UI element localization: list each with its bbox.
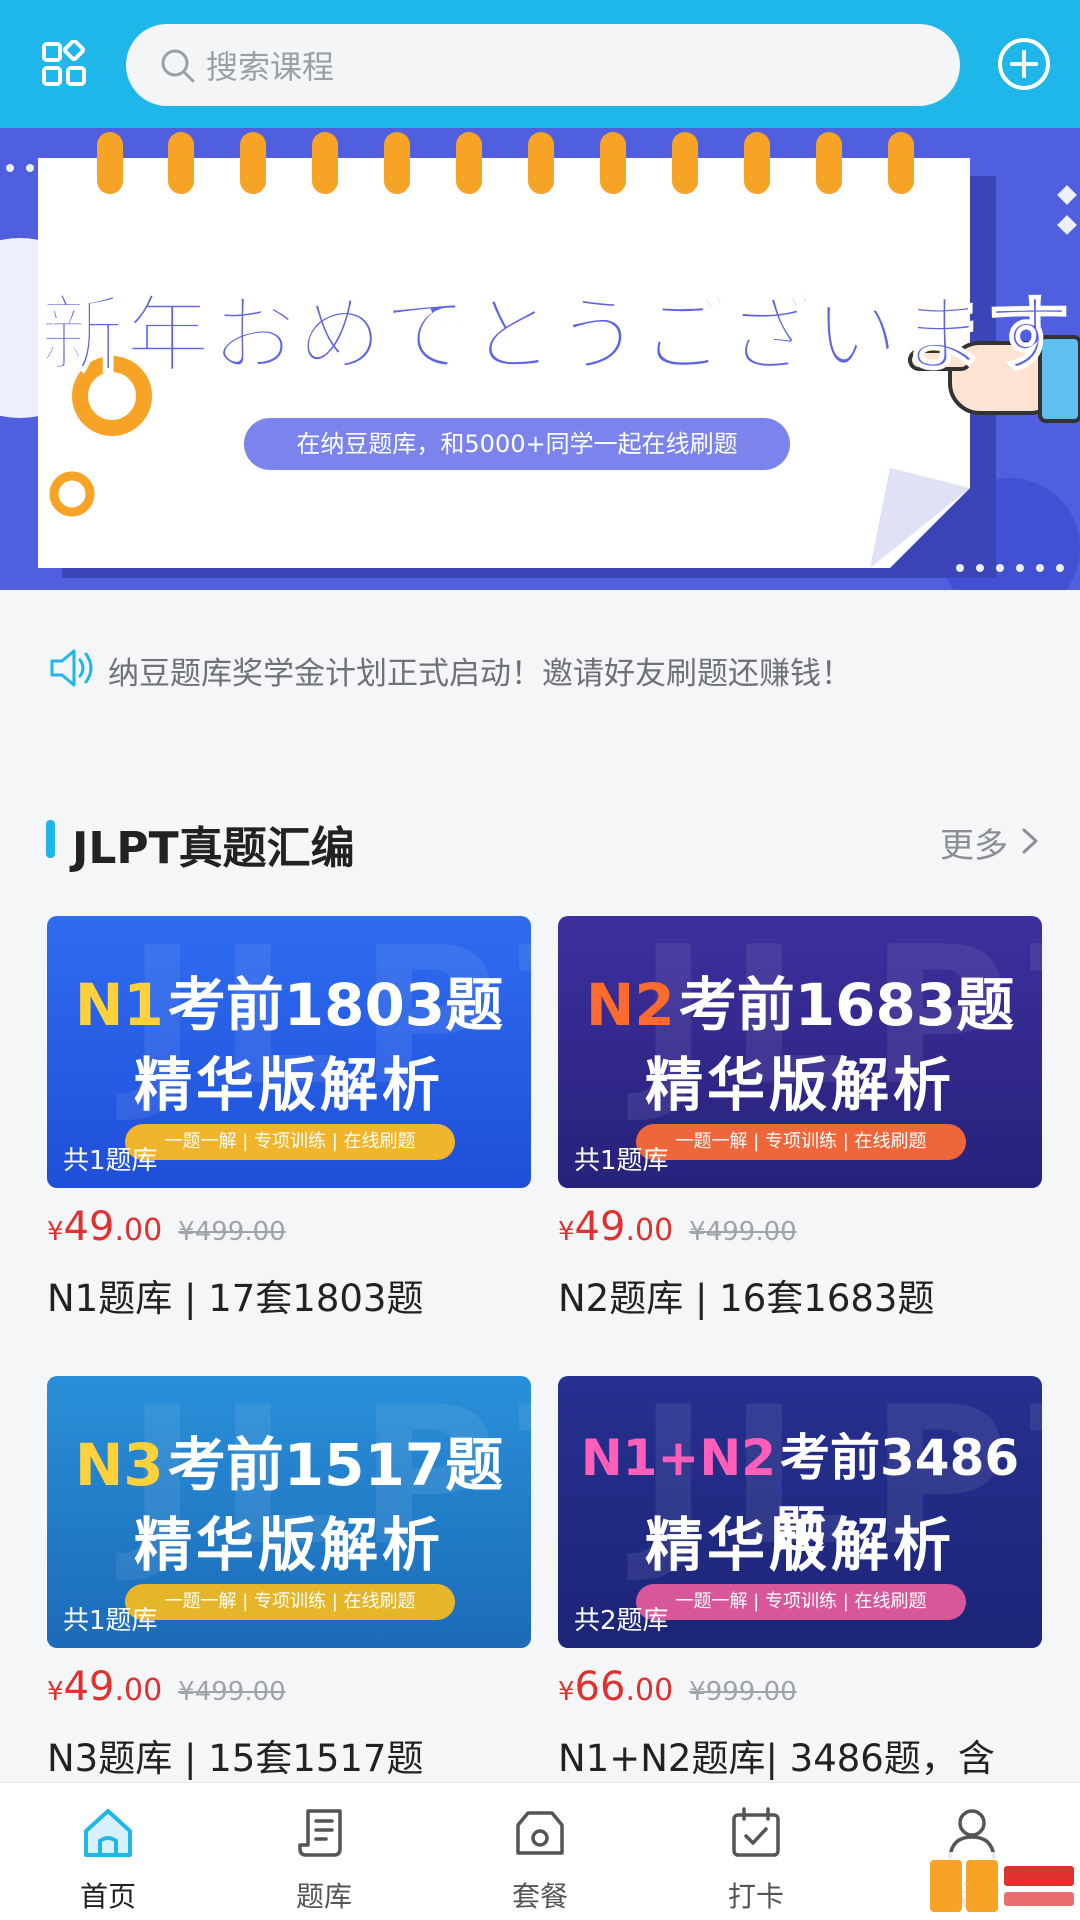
course-card[interactable]: JLPT N3考前1517题 精华版解析 一题一解 | 专项训练 | 在线刷题 …: [47, 1376, 531, 1780]
bottom-tab-bar: 首页 题库 套餐 打卡 我的: [0, 1782, 1080, 1920]
price-symbol: ¥: [47, 1217, 64, 1247]
search-input[interactable]: 搜索课程: [126, 24, 960, 106]
tab-question-bank[interactable]: 题库: [216, 1783, 432, 1920]
bank-count: 共1题库: [574, 1146, 669, 1176]
cover-subheadline: 精华版解析: [644, 1511, 955, 1579]
original-price: ¥499.00: [689, 1217, 797, 1247]
cover-subheadline: 精华版解析: [133, 1511, 444, 1579]
cover-headline: N1考前1803题: [47, 958, 531, 1042]
price-decimal: .00: [625, 1213, 674, 1248]
price: ¥66.00 ¥999.00: [558, 1664, 797, 1716]
tab-label: 题库: [295, 1880, 352, 1913]
course-name: N2题库 | 16套1683题: [558, 1277, 935, 1320]
course-cover[interactable]: JLPT N1考前1803题 精华版解析 一题一解 | 专项训练 | 在线刷题 …: [47, 916, 531, 1188]
tab-label: 首页: [79, 1880, 136, 1913]
cover-level: N3: [74, 1431, 164, 1499]
cover-subheadline: 精华版解析: [133, 1051, 444, 1119]
original-price: ¥499.00: [178, 1677, 286, 1707]
original-price: ¥499.00: [178, 1217, 286, 1247]
cover-feature-pill: 一题一解 | 专项训练 | 在线刷题: [636, 1584, 966, 1620]
bank-count: 共2题库: [574, 1606, 669, 1636]
tab-label: 套餐: [511, 1880, 568, 1913]
cover-level: N1+N2: [580, 1429, 776, 1487]
home-icon: [84, 1809, 132, 1857]
price-symbol: ¥: [47, 1677, 64, 1707]
plus-circle-icon[interactable]: [996, 36, 1052, 92]
cover-headline-rest: 考前1683题: [678, 971, 1015, 1039]
cover-feature-pill: 一题一解 | 专项训练 | 在线刷题: [125, 1584, 455, 1620]
cover-feature-pill: 一题一解 | 专项训练 | 在线刷题: [125, 1124, 455, 1160]
cover-level: N1: [74, 971, 164, 1039]
chevron-right-icon[interactable]: [1020, 826, 1040, 856]
course-cover[interactable]: JLPT N3考前1517题 精华版解析 一题一解 | 专项训练 | 在线刷题 …: [47, 1376, 531, 1648]
price-symbol: ¥: [558, 1677, 575, 1707]
banner-subtitle: 在纳豆题库，和5000+同学一起在线刷题: [244, 418, 790, 470]
tab-label: 打卡: [727, 1880, 784, 1913]
cover-level: N2: [585, 971, 675, 1039]
notice-bar[interactable]: 纳豆题库奖学金计划正式启动！邀请好友刷题还赚钱！: [0, 590, 1080, 750]
cover-headline-rest: 考前1803题: [167, 971, 504, 1039]
price-integer: 49: [574, 1204, 626, 1250]
notice-text: 纳豆题库奖学金计划正式启动！邀请好友刷题还赚钱！: [108, 656, 852, 692]
site-watermark-logo: [924, 1852, 1080, 1920]
cover-headline: N3考前1517题: [47, 1418, 531, 1502]
cover-headline: N2考前1683题: [558, 958, 1042, 1042]
course-card[interactable]: JLPT N2考前1683题 精华版解析 一题一解 | 专项训练 | 在线刷题 …: [558, 916, 1042, 1320]
cover-subheadline: 精华版解析: [644, 1051, 955, 1119]
course-name: N3题库 | 15套1517题: [47, 1737, 424, 1780]
speaker-icon: [50, 649, 93, 687]
course-name: N1+N2题库| 3486题，含: [558, 1737, 995, 1780]
price-integer: 49: [63, 1204, 115, 1250]
document-icon: [298, 1809, 342, 1857]
bank-count: 共1题库: [63, 1146, 158, 1176]
course-cover[interactable]: JLPT N2考前1683题 精华版解析 一题一解 | 专项训练 | 在线刷题 …: [558, 916, 1042, 1188]
course-card[interactable]: JLPT N1考前1803题 精华版解析 一题一解 | 专项训练 | 在线刷题 …: [47, 916, 531, 1320]
tab-home[interactable]: 首页: [0, 1783, 216, 1920]
original-price: ¥999.00: [689, 1677, 797, 1707]
banner-title: 新年おめでとうございます: [39, 285, 1073, 385]
tab-check-in[interactable]: 打卡: [648, 1783, 864, 1920]
grid-icon[interactable]: [40, 40, 88, 88]
tab-package[interactable]: 套餐: [432, 1783, 648, 1920]
package-icon: [516, 1811, 564, 1855]
price-symbol: ¥: [558, 1217, 575, 1247]
price-decimal: .00: [114, 1673, 163, 1708]
price-decimal: .00: [625, 1673, 674, 1708]
top-bar: 搜索课程: [0, 0, 1080, 128]
course-cover[interactable]: JLPT N1+N2考前3486题 精华版解析 一题一解 | 专项训练 | 在线…: [558, 1376, 1042, 1648]
section-title: JLPT真题汇编: [72, 823, 355, 874]
calendar-check-icon: [732, 1807, 780, 1857]
price: ¥49.00 ¥499.00: [558, 1204, 797, 1256]
price: ¥49.00 ¥499.00: [47, 1664, 286, 1716]
cover-headline-rest: 考前1517题: [167, 1431, 504, 1499]
section-accent-bar: [46, 820, 55, 858]
course-card[interactable]: JLPT N1+N2考前3486题 精华版解析 一题一解 | 专项训练 | 在线…: [558, 1376, 1042, 1780]
bank-count: 共1题库: [63, 1606, 158, 1636]
search-icon: [161, 49, 195, 83]
search-placeholder: 搜索课程: [206, 48, 335, 86]
price: ¥49.00 ¥499.00: [47, 1204, 286, 1256]
price-integer: 49: [63, 1664, 115, 1710]
course-name: N1题库 | 17套1803题: [47, 1277, 424, 1320]
cover-feature-pill: 一题一解 | 专项训练 | 在线刷题: [636, 1124, 966, 1160]
price-integer: 66: [574, 1664, 626, 1710]
price-decimal: .00: [114, 1213, 163, 1248]
more-link[interactable]: 更多: [940, 818, 1008, 867]
promo-banner[interactable]: 新年おめでとうございます 在纳豆题库，和5000+同学一起在线刷题: [0, 128, 1080, 590]
